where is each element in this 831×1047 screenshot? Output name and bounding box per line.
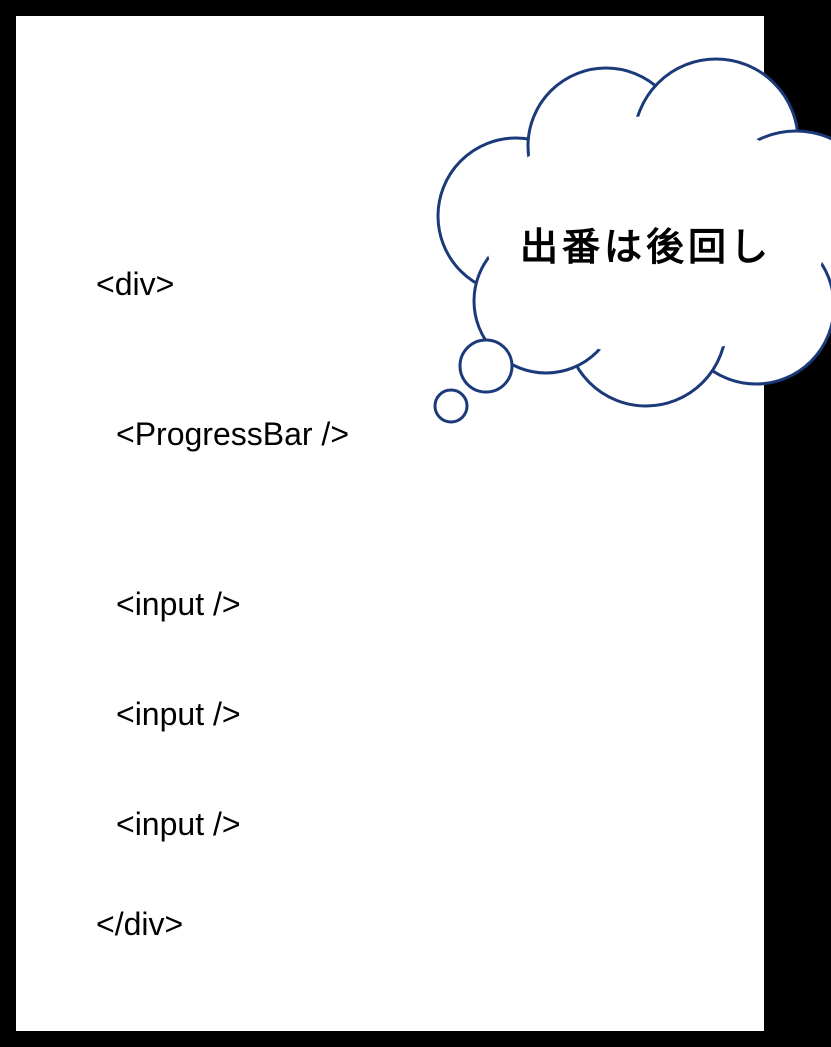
code-line-progressbar: <ProgressBar /> [116, 416, 349, 453]
code-line-div-open: <div> [96, 266, 174, 303]
code-line-input-2: <input /> [116, 696, 241, 733]
code-line-div-close: </div> [96, 906, 183, 943]
code-line-input-3: <input /> [116, 806, 241, 843]
code-line-input-1: <input /> [116, 586, 241, 623]
thought-bubble-text: 出番は後回し [436, 216, 831, 271]
diagram-frame: <div> <ProgressBar /> <input /> <input /… [10, 10, 770, 1037]
